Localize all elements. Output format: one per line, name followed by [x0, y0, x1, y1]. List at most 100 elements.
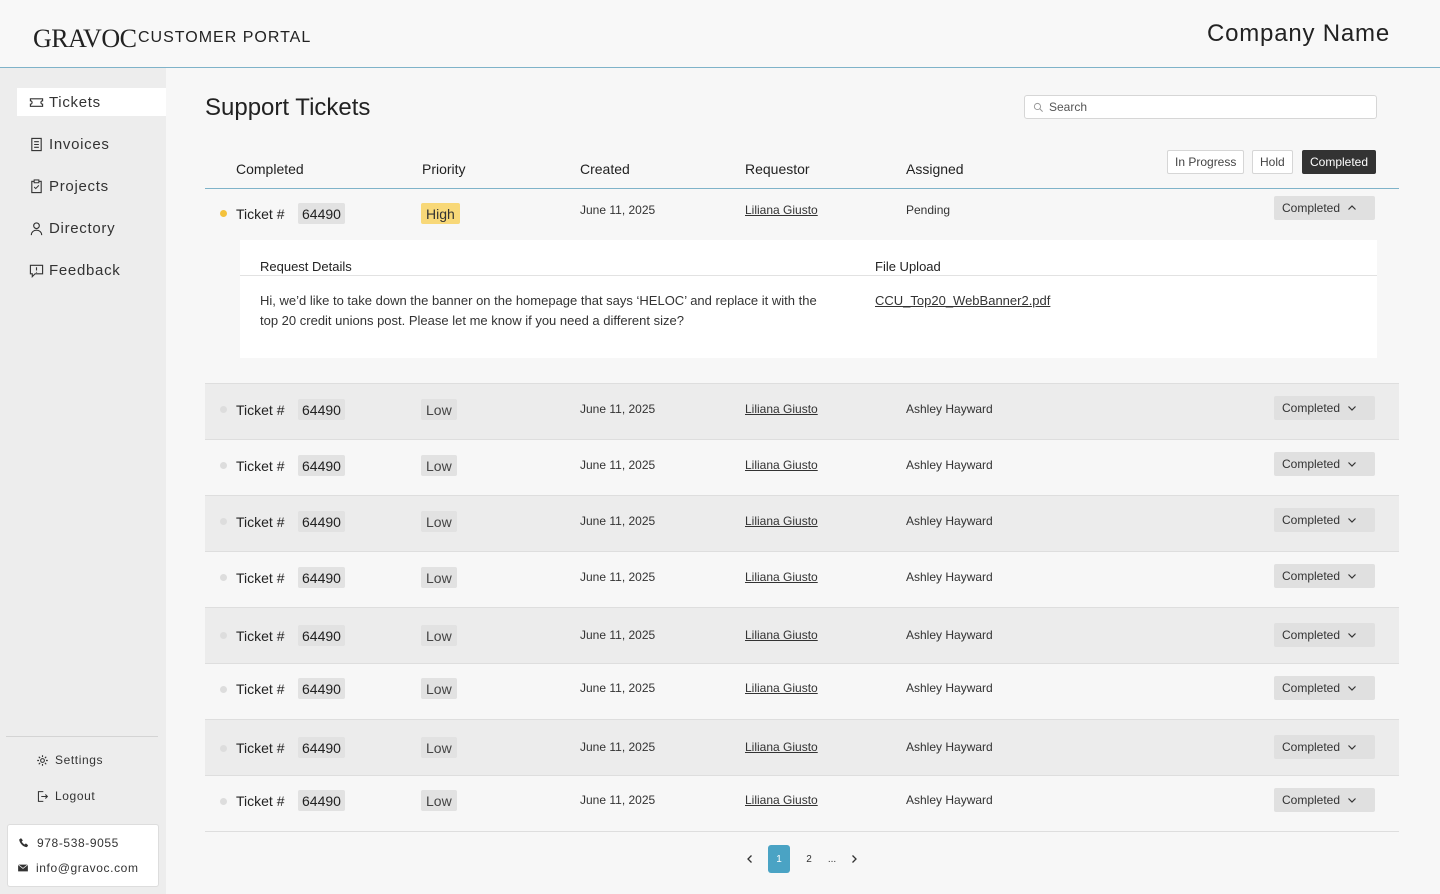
created-date: June 11, 2025	[580, 458, 656, 472]
requestor-link[interactable]: Liliana Giusto	[745, 203, 818, 217]
status-dropdown[interactable]: Completed	[1274, 676, 1375, 700]
created-date: June 11, 2025	[580, 628, 656, 642]
status-dropdown[interactable]: Completed	[1274, 788, 1375, 812]
chevron-down-icon	[1348, 406, 1356, 411]
top-header: GRAVOC CUSTOMER PORTAL Company Name	[0, 0, 1440, 68]
sidebar-item-invoices[interactable]: Invoices	[17, 130, 166, 158]
assigned-to: Ashley Hayward	[906, 740, 993, 754]
request-details-text: Hi, we’d like to take down the banner on…	[260, 293, 817, 328]
status-dropdown[interactable]: Completed	[1274, 396, 1375, 420]
created-date: June 11, 2025	[580, 514, 656, 528]
mail-icon	[17, 864, 29, 872]
status-dot	[220, 574, 227, 581]
chevron-down-icon	[1348, 798, 1356, 803]
logout-link[interactable]: Logout	[36, 789, 95, 803]
sidebar-item-tickets[interactable]: Tickets	[17, 88, 166, 116]
sidebar-item-projects[interactable]: Projects	[17, 172, 166, 200]
filter-hold[interactable]: Hold	[1252, 150, 1293, 174]
table-row[interactable]: Ticket # 64490 Low June 11, 2025 Liliana…	[205, 384, 1399, 440]
ticket-number: 64490	[298, 790, 345, 811]
company-name: Company Name	[1206, 20, 1390, 47]
sidebar-item-label: Tickets	[49, 93, 101, 111]
table-row[interactable]: Ticket # 64490 Low June 11, 2025 Liliana…	[205, 664, 1399, 720]
requestor-link[interactable]: Liliana Giusto	[745, 570, 818, 584]
logo[interactable]: GRAVOC	[33, 24, 137, 54]
file-upload-heading: File Upload	[875, 259, 941, 274]
column-header-completed[interactable]: Completed	[236, 161, 304, 177]
contact-card: 978-538-9055 info@gravoc.com	[7, 824, 159, 887]
requestor-link[interactable]: Liliana Giusto	[745, 402, 818, 416]
ticket-number: 64490	[298, 203, 345, 224]
requestor-link[interactable]: Liliana Giusto	[745, 514, 818, 528]
status-label: Completed	[1282, 628, 1341, 642]
ticket-label: Ticket #	[236, 740, 285, 756]
ticket-label: Ticket #	[236, 402, 285, 418]
column-header-assigned[interactable]: Assigned	[906, 161, 964, 177]
file-upload-link[interactable]: CCU_Top20_WebBanner2.pdf	[875, 291, 1050, 311]
requestor-link[interactable]: Liliana Giusto	[745, 458, 818, 472]
created-date: June 11, 2025	[580, 203, 656, 217]
status-dropdown[interactable]: Completed	[1274, 623, 1375, 647]
table-row[interactable]: Ticket # 64490 Low June 11, 2025 Liliana…	[205, 496, 1399, 552]
created-date: June 11, 2025	[580, 570, 656, 584]
logout-label: Logout	[55, 789, 96, 803]
chevron-down-icon	[1348, 633, 1356, 638]
sidebar-item-label: Projects	[49, 177, 109, 195]
table-row[interactable]: Ticket # 64490 Low June 11, 2025 Liliana…	[205, 440, 1399, 496]
next-page-button[interactable]	[845, 845, 863, 873]
assigned-to: Ashley Hayward	[906, 628, 993, 642]
status-label: Completed	[1282, 401, 1341, 415]
table-row[interactable]: Ticket # 64490 Low June 11, 2025 Liliana…	[205, 608, 1399, 664]
priority-badge: High	[421, 203, 460, 224]
ticket-icon	[29, 97, 44, 107]
ticket-label: Ticket #	[236, 793, 285, 809]
column-header-priority[interactable]: Priority	[422, 161, 466, 177]
status-dropdown[interactable]: Completed	[1274, 196, 1375, 220]
feedback-icon	[29, 264, 44, 278]
table-row[interactable]: Ticket # 64490 Low June 11, 2025 Liliana…	[205, 776, 1399, 832]
status-dropdown[interactable]: Completed	[1274, 735, 1375, 759]
email-address: info@gravoc.com	[36, 861, 139, 875]
chevron-down-icon	[1348, 462, 1356, 467]
status-label: Completed	[1282, 793, 1341, 807]
status-label: Completed	[1282, 201, 1341, 215]
search-icon	[1033, 102, 1043, 112]
status-dot	[220, 745, 227, 752]
search-input[interactable]	[1049, 100, 1349, 114]
status-dropdown[interactable]: Completed	[1274, 452, 1375, 476]
search-box[interactable]	[1024, 95, 1377, 119]
created-date: June 11, 2025	[580, 402, 656, 416]
status-dropdown[interactable]: Completed	[1274, 564, 1375, 588]
priority-badge: Low	[421, 790, 457, 811]
email-line[interactable]: info@gravoc.com	[17, 861, 139, 875]
table-row[interactable]: Ticket # 64490 Low June 11, 2025 Liliana…	[205, 720, 1399, 776]
created-date: June 11, 2025	[580, 793, 656, 807]
settings-link[interactable]: Settings	[36, 753, 103, 767]
sidebar-item-directory[interactable]: Directory	[17, 214, 166, 242]
table-row[interactable]: Ticket # 64490 Low June 11, 2025 Liliana…	[205, 552, 1399, 608]
assigned-to: Ashley Hayward	[906, 570, 993, 584]
invoice-icon	[31, 137, 42, 151]
request-detail-panel: Request Details File Upload Hi, we’d lik…	[240, 240, 1377, 358]
requestor-link[interactable]: Liliana Giusto	[745, 628, 818, 642]
page-1-button[interactable]: 1	[768, 845, 790, 873]
ticket-number: 64490	[298, 511, 345, 532]
status-dot	[220, 798, 227, 805]
column-header-created[interactable]: Created	[580, 161, 630, 177]
detail-divider	[240, 275, 1377, 276]
ticket-label: Ticket #	[236, 458, 285, 474]
page-2-button[interactable]: 2	[800, 845, 818, 873]
status-dropdown[interactable]: Completed	[1274, 508, 1375, 532]
sidebar-item-feedback[interactable]: Feedback	[17, 256, 166, 284]
filter-in-progress[interactable]: In Progress	[1167, 150, 1245, 174]
phone-line[interactable]: 978-538-9055	[18, 836, 119, 850]
prev-page-button[interactable]	[741, 845, 759, 873]
requestor-link[interactable]: Liliana Giusto	[745, 740, 818, 754]
status-label: Completed	[1282, 740, 1341, 754]
requestor-link[interactable]: Liliana Giusto	[745, 681, 818, 695]
requestor-link[interactable]: Liliana Giusto	[745, 793, 818, 807]
column-header-requestor[interactable]: Requestor	[745, 161, 810, 177]
priority-badge: Low	[421, 511, 457, 532]
filter-completed[interactable]: Completed	[1302, 150, 1377, 174]
status-label: Completed	[1282, 513, 1341, 527]
